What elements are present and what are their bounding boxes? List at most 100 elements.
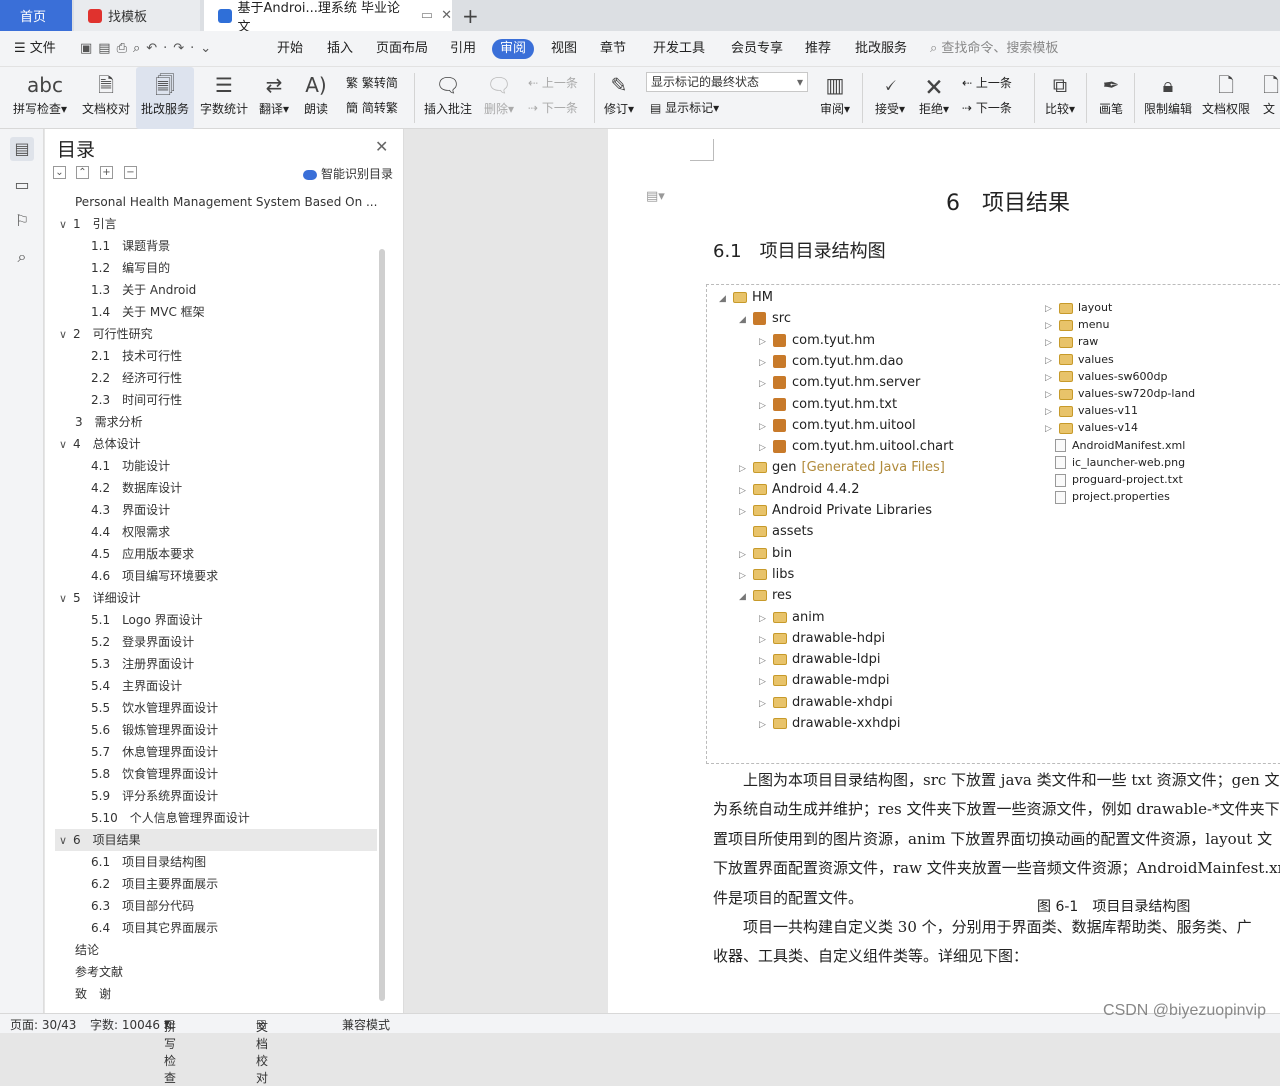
next-change-button[interactable]: ⇢ 下一条 [962, 97, 1012, 119]
add-tab-icon[interactable]: + [462, 4, 479, 28]
menu-chapter[interactable]: 章节 [600, 31, 626, 67]
search-command-input[interactable]: ⌕ 查找命令、搜索模板 [930, 31, 1058, 67]
word-count[interactable]: 字数: 10046 [90, 1016, 160, 1033]
toc-item[interactable]: 5.9 评分系统界面设计 [91, 785, 218, 807]
menu-insert[interactable]: 插入 [327, 31, 353, 67]
next-comment-button[interactable]: ⇢ 下一条 [528, 97, 578, 119]
toc-item[interactable]: 4.5 应用版本要求 [91, 543, 194, 565]
toc-item[interactable]: 1.4 关于 MVC 框架 [91, 301, 205, 323]
menu-references[interactable]: 引用 [450, 31, 476, 67]
toc-item[interactable]: 5.2 登录界面设计 [91, 631, 194, 653]
toc-item[interactable]: 参考文献 [75, 961, 123, 983]
file-menu[interactable]: ☰ 文件 [14, 31, 56, 67]
toc-item[interactable]: 5.5 饮水管理界面设计 [91, 697, 218, 719]
toc-item[interactable]: 5.4 主界面设计 [91, 675, 182, 697]
delete-comment-button[interactable]: 🗨 删除▾ [480, 67, 518, 129]
toc-item[interactable]: 4.4 权限需求 [91, 521, 170, 543]
menu-member[interactable]: 会员专享 [731, 31, 783, 67]
toc-item[interactable]: 5.6 锻炼管理界面设计 [91, 719, 218, 741]
toc-item[interactable]: 2.1 技术可行性 [91, 345, 182, 367]
paragraph-menu-icon[interactable]: ▤▾ [646, 189, 665, 204]
toc-item[interactable]: ∨ 4 总体设计 [59, 433, 141, 455]
pen-button[interactable]: ✒ 画笔 [1094, 67, 1128, 129]
spell-check-button[interactable]: abc 拼写检查▾ [8, 67, 72, 129]
menu-correction[interactable]: 批改服务 [855, 31, 907, 67]
accept-button[interactable]: 🗸 接受▾ [870, 67, 910, 129]
toc-item[interactable]: ∨ 6 项目结果 [55, 829, 377, 851]
page-indicator[interactable]: 页面: 30/43 [10, 1016, 76, 1033]
toc-item[interactable]: 1.2 编写目的 [91, 257, 170, 279]
toc-item[interactable]: 4.2 数据库设计 [91, 477, 182, 499]
collapse-all-icon[interactable]: ⌄ [53, 166, 66, 179]
menu-start[interactable]: 开始 [277, 31, 303, 67]
toc-item[interactable]: 4.3 界面设计 [91, 499, 170, 521]
toc-item[interactable]: 6.3 项目部分代码 [91, 895, 194, 917]
chevron-down-icon[interactable]: ∨ [59, 324, 73, 346]
toc-item[interactable]: 1.3 关于 Android [91, 279, 196, 301]
toc-item[interactable]: ∨ 2 可行性研究 [59, 323, 153, 345]
track-changes-button[interactable]: ✎ 修订▾ [600, 67, 638, 129]
bookmark-icon[interactable]: ⚐ [10, 209, 34, 233]
tab-template[interactable]: 找模板 [74, 0, 200, 31]
more-ribbon-button[interactable]: 🗋 文 [1258, 67, 1280, 129]
toc-item[interactable]: 1.1 课题背景 [91, 235, 170, 257]
review-pane-button[interactable]: ▥ 审阅▾ [816, 67, 854, 129]
toc-item[interactable]: 4.1 功能设计 [91, 455, 170, 477]
status-spell-check[interactable]: ☑ 拼写检查 ▾ [164, 1016, 176, 1085]
toc-item[interactable]: 5.8 饮食管理界面设计 [91, 763, 218, 785]
toc-item[interactable]: 致 谢 [75, 983, 111, 1005]
word-count-button[interactable]: ☰ 字数统计 [198, 67, 250, 129]
toc-item[interactable]: 2.3 时间可行性 [91, 389, 182, 411]
toc-item[interactable]: 5.7 休息管理界面设计 [91, 741, 218, 763]
toc-item[interactable]: 5.10 个人信息管理界面设计 [91, 807, 250, 829]
compare-button[interactable]: ⧉ 比较▾ [1040, 67, 1080, 129]
translate-button[interactable]: ⇄ 翻译▾ [256, 67, 292, 129]
screen-icon[interactable]: ▭ [421, 8, 433, 23]
toc-item[interactable]: ∨ 1 引言 [59, 213, 117, 235]
toc-item[interactable]: 6.4 项目其它界面展示 [91, 917, 218, 939]
smart-toc-button[interactable]: 智能识别目录 [303, 165, 393, 182]
insert-comment-button[interactable]: 🗨 插入批注 [422, 67, 474, 129]
toc-item[interactable]: 5.1 Logo 界面设计 [91, 609, 203, 631]
toc-item[interactable]: 6.2 项目主要界面展示 [91, 873, 218, 895]
correction-service-button[interactable]: 🗐 批改服务 [136, 67, 194, 129]
toc-scrollbar[interactable] [379, 249, 385, 1001]
add-heading-icon[interactable]: + [100, 166, 113, 179]
search-icon[interactable]: ⌕ [10, 245, 34, 269]
toc-panel-icon[interactable]: ▤ [10, 137, 34, 161]
close-tab-icon[interactable]: ✕ [441, 8, 452, 23]
read-aloud-button[interactable]: A) 朗读 [300, 67, 332, 129]
restrict-edit-button[interactable]: 🔒︎ 限制编辑 [1140, 67, 1196, 129]
proofread-button[interactable]: 🗎 文档校对 [78, 67, 134, 129]
close-icon[interactable]: ✕ [375, 137, 388, 156]
trad-to-simp-button[interactable]: 繁 繁转简 [346, 72, 398, 94]
expand-up-icon[interactable]: ⌃ [76, 166, 89, 179]
reject-button[interactable]: 🗙 拒绝▾ [914, 67, 954, 129]
menu-recommend[interactable]: 推荐 [805, 31, 831, 67]
tab-home[interactable]: 首页 [0, 0, 72, 31]
document-permission-button[interactable]: 🗋 文档权限 [1200, 67, 1252, 129]
toc-item[interactable]: 4.6 项目编写环境要求 [91, 565, 218, 587]
menu-layout[interactable]: 页面布局 [376, 31, 428, 67]
toc-item[interactable]: 6.1 项目目录结构图 [91, 851, 206, 873]
markup-state-select[interactable]: 显示标记的最终状态 ▾ [646, 72, 808, 92]
prev-comment-button[interactable]: ⇠ 上一条 [528, 72, 578, 94]
menu-review[interactable]: 审阅 [492, 39, 535, 59]
menu-developer[interactable]: 开发工具 [653, 31, 705, 67]
chevron-down-icon[interactable]: ∨ [59, 214, 73, 236]
simp-to-trad-button[interactable]: 簡 简转繁 [346, 97, 398, 119]
prev-change-button[interactable]: ⇠ 上一条 [962, 72, 1012, 94]
toc-item[interactable]: 5.3 注册界面设计 [91, 653, 194, 675]
remove-heading-icon[interactable]: − [124, 166, 137, 179]
menu-view[interactable]: 视图 [551, 31, 577, 67]
toc-item[interactable]: Personal Health Management System Based … [75, 191, 377, 213]
toc-item[interactable]: ∨ 5 详细设计 [59, 587, 141, 609]
toc-item[interactable]: 结论 [75, 939, 99, 961]
toc-item[interactable]: 3 需求分析 [75, 411, 143, 433]
toc-item[interactable]: 2.2 经济可行性 [91, 367, 182, 389]
quick-access-toolbar[interactable]: ▣▤⎙⌕↶·↷·⌄ [80, 31, 217, 67]
chevron-down-icon[interactable]: ∨ [59, 830, 73, 852]
tab-document[interactable]: 基于Androi...理系统 毕业论文 ▭ ✕ [204, 0, 452, 35]
chevron-down-icon[interactable]: ∨ [59, 588, 73, 610]
show-markup-button[interactable]: ▤ 显示标记▾ [650, 97, 719, 119]
